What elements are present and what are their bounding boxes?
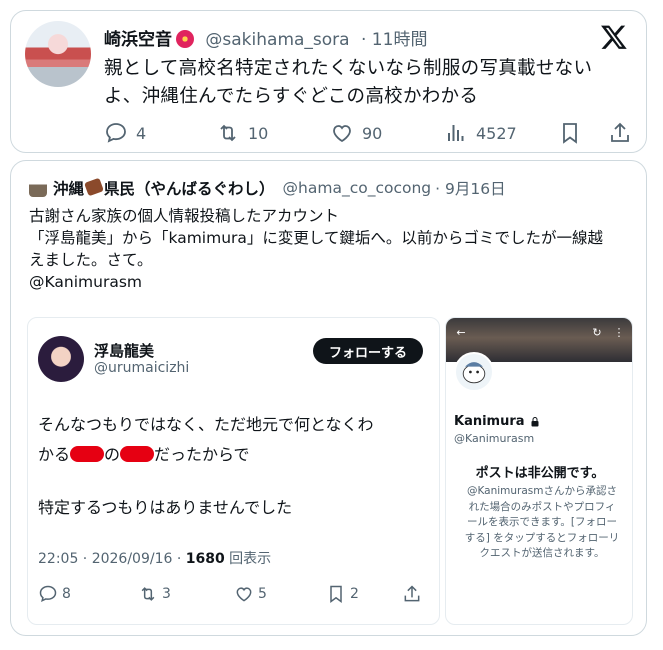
display-name-text: Kanimura bbox=[454, 414, 525, 429]
display-name[interactable]: 沖縄 県民（やんばるぐわし） bbox=[53, 177, 275, 199]
embedded-tweet-text: 特定するつもりはありませんでした bbox=[38, 498, 293, 517]
refresh-icon: ↻ bbox=[592, 326, 602, 339]
like-stat: 5 bbox=[234, 584, 267, 604]
bookmark-stat: 2 bbox=[326, 584, 359, 604]
lock-icon bbox=[531, 416, 539, 426]
retweet-icon bbox=[141, 587, 155, 601]
views-button[interactable]: 4527 bbox=[444, 121, 517, 145]
meta-views-label: 回表示 bbox=[224, 551, 272, 567]
display-name: Kanimura bbox=[454, 414, 541, 429]
display-name-part: 県民（やんばるぐわし） bbox=[104, 180, 275, 198]
embedded-tweet-actions: 8 3 5 2 bbox=[38, 584, 428, 606]
embedded-tweet-meta: 22:05 · 2026/09/16 · 1680 回表示 bbox=[38, 548, 271, 568]
heart-icon bbox=[333, 125, 351, 143]
heart-icon bbox=[236, 587, 252, 602]
timestamp[interactable]: · 9月16日 bbox=[435, 177, 505, 199]
tweet-actions: 4 10 90 4527 bbox=[104, 121, 634, 149]
reply-stat: 8 bbox=[38, 584, 71, 604]
reply-button[interactable]: 4 bbox=[104, 121, 146, 145]
redaction-mark bbox=[70, 446, 105, 462]
embedded-tweet-text: そんなつもりではなく、ただ地元で何となくわ かる の だったからで bbox=[38, 410, 428, 470]
text-line: そんなつもりではなく、ただ地元で何となくわ bbox=[38, 415, 374, 434]
display-name-part: 沖縄 bbox=[53, 180, 85, 198]
avatar bbox=[454, 352, 494, 392]
avatar bbox=[38, 336, 84, 382]
bookmark-count: 2 bbox=[350, 586, 359, 602]
tweet-card-2[interactable]: 沖縄 県民（やんばるぐわし） @hama_co_cocong · 9月16日 古謝… bbox=[10, 160, 647, 636]
reply-icon bbox=[39, 585, 57, 603]
tweet-text-line: えました。さて。 bbox=[29, 251, 153, 269]
tweet-text: 親として高校名特定されたくないなら制服の写真載せないよ、沖縄住んでたらすぐどこの… bbox=[104, 58, 593, 107]
share-button[interactable] bbox=[608, 121, 640, 145]
like-button[interactable]: 90 bbox=[330, 121, 382, 145]
handle: @urumaicizhi bbox=[94, 360, 190, 376]
handle[interactable]: @sakihama_sora bbox=[205, 30, 349, 50]
private-text: @Kanimurasmさんから承認された場合のみポストやプロフィールを表示できま… bbox=[464, 485, 620, 559]
retweet-button[interactable]: 10 bbox=[216, 121, 268, 145]
retweet-count: 10 bbox=[248, 123, 269, 143]
display-name: 浮島龍美 bbox=[94, 342, 155, 360]
tweet-text: 古謝さん家族の個人情報投稿したアカウント 「浮島龍美」から「kamimura」に… bbox=[29, 205, 629, 293]
x-logo-icon bbox=[601, 25, 627, 49]
tweet-header: 崎浜空音 @sakihama_sora · 11時間 bbox=[104, 25, 427, 50]
retweet-icon bbox=[220, 124, 236, 142]
tweet-text-line: 「浮島龍美」から「kamimura」に変更して鍵垢へ。以前からゴミでしたが一線越 bbox=[29, 229, 603, 247]
meta-views: 1680 bbox=[185, 551, 225, 567]
meta-time: 22:05 · 2026/09/16 · bbox=[38, 551, 186, 567]
text-line: かる の だったからで bbox=[38, 440, 428, 470]
share-icon bbox=[611, 122, 629, 142]
bookmark-icon bbox=[563, 123, 577, 144]
retweet-stat: 3 bbox=[138, 584, 171, 604]
views-count: 4527 bbox=[476, 123, 517, 143]
redaction-mark bbox=[120, 446, 155, 462]
mention-link[interactable]: @Kanimurasm bbox=[29, 271, 629, 293]
tweet-text-line: 古謝さん家族の個人情報投稿したアカウント bbox=[29, 207, 340, 225]
handle: @Kanimurasm bbox=[454, 432, 535, 445]
share-stat bbox=[402, 584, 426, 604]
bookmark-icon bbox=[330, 585, 342, 603]
tweet-header: 沖縄 県民（やんばるぐわし） @hama_co_cocong · 9月16日 bbox=[29, 177, 506, 199]
text-part: の bbox=[104, 445, 121, 464]
reply-icon bbox=[106, 123, 126, 143]
retweet-count: 3 bbox=[162, 586, 171, 602]
display-name[interactable]: 崎浜空音 bbox=[104, 30, 172, 50]
bookmark-button[interactable] bbox=[558, 121, 590, 145]
follow-button: フォローする bbox=[312, 338, 423, 364]
embedded-image-profile[interactable]: ← ↻ ⋮ Kanimura @Kanimurasm ポストは非公開です。 @K… bbox=[445, 317, 633, 625]
cartoon-avatar-icon bbox=[462, 362, 486, 384]
avatar[interactable] bbox=[25, 21, 91, 87]
views-icon bbox=[448, 125, 464, 141]
back-arrow-icon: ← bbox=[456, 326, 466, 339]
handle[interactable]: @hama_co_cocong bbox=[283, 179, 432, 197]
share-icon bbox=[404, 585, 420, 602]
private-title: ポストは非公開です。 bbox=[475, 466, 605, 481]
timestamp[interactable]: · 11時間 bbox=[361, 30, 427, 50]
more-icon: ⋮ bbox=[613, 326, 625, 339]
embedded-image-tweet[interactable]: 浮島龍美 @urumaicizhi フォローする そんなつもりではなく、ただ地元… bbox=[27, 317, 440, 625]
tweet-card-1[interactable]: 崎浜空音 @sakihama_sora · 11時間 親として高校名特定されたく… bbox=[10, 10, 647, 153]
figure-emoji-icon bbox=[29, 179, 47, 197]
text-part: かる bbox=[38, 445, 71, 464]
reply-count: 8 bbox=[62, 586, 71, 602]
like-count: 5 bbox=[258, 586, 267, 602]
text-part: だったからで bbox=[154, 445, 250, 464]
reply-count: 4 bbox=[136, 123, 147, 143]
food-emoji-icon bbox=[84, 177, 104, 197]
like-count: 90 bbox=[362, 123, 383, 143]
hibiscus-emoji-icon bbox=[176, 30, 194, 48]
